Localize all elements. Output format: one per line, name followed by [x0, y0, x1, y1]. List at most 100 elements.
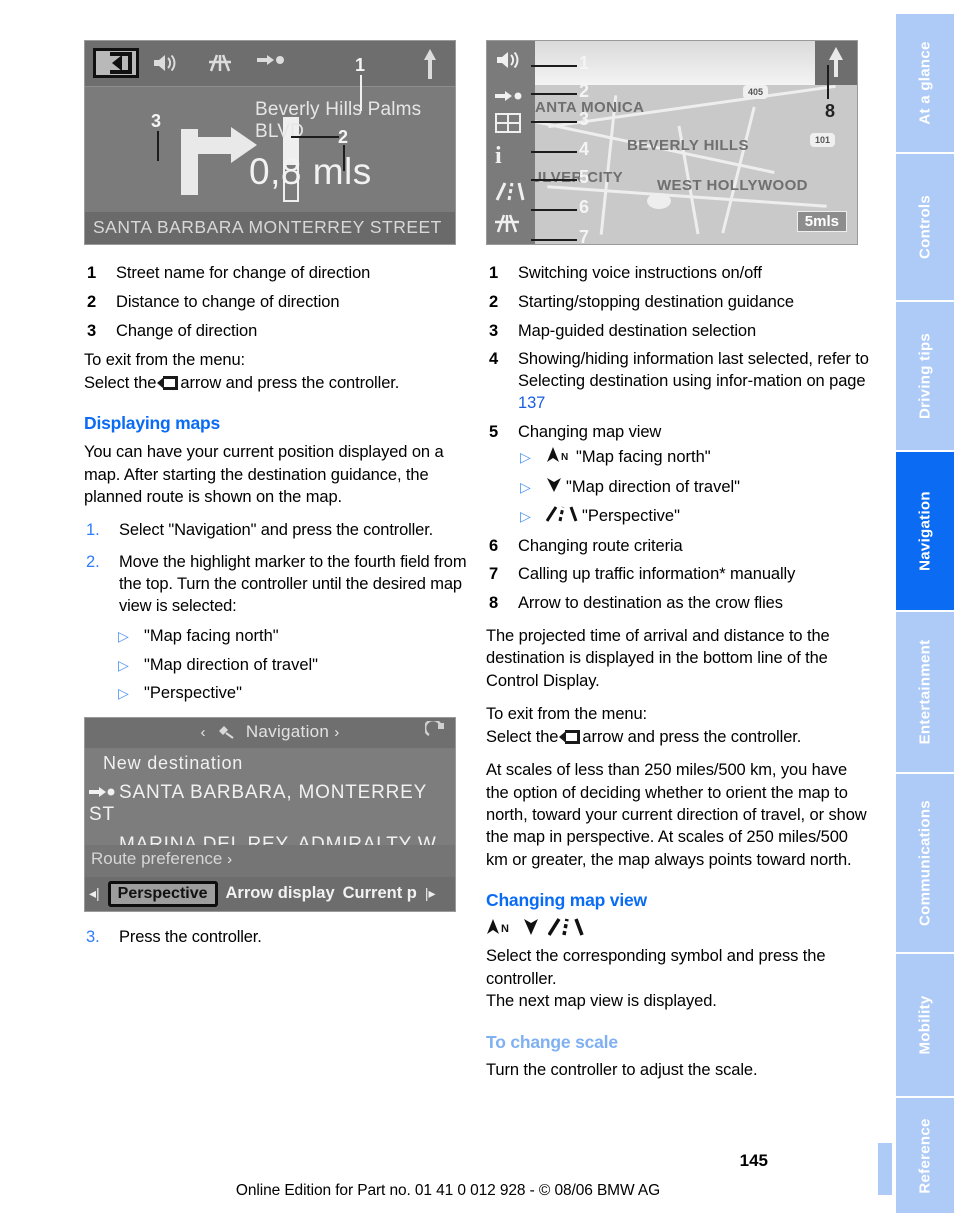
heading-changing-map-view: Changing map view: [486, 890, 647, 911]
to-change-scale-body: Turn the controller to adjust the scale.: [486, 1060, 758, 1079]
map-view-option-label: "Map direction of travel": [144, 655, 319, 674]
legend-text: Switching voice instructions on/off: [518, 264, 762, 282]
vehicle-position-icon: [647, 193, 671, 209]
legend-text: Map-guided destination selection: [518, 321, 757, 340]
triangle-bullet-icon: ▷: [118, 685, 129, 702]
legend-item: 2 Starting/stopping destination guidance: [486, 292, 870, 314]
right-column: BEVERLY HILLS WEST HOLLYWOOD ANTA MONICA…: [486, 40, 870, 1092]
map-view-screenshot: BEVERLY HILLS WEST HOLLYWOOD ANTA MONICA…: [486, 40, 858, 245]
sidebar-tab-label: Mobility: [916, 995, 934, 1055]
current-position-button[interactable]: Current p: [343, 884, 417, 903]
sidebar-tab-driving-tips[interactable]: Driving tips: [896, 300, 954, 450]
back-arrow-icon: [559, 729, 581, 744]
displaying-maps-intro: You can have your current position displ…: [84, 443, 444, 507]
callout-line-3: [157, 131, 159, 161]
callout-line-5: [531, 179, 577, 181]
left-caret-icon: ‹: [200, 723, 206, 741]
callout-line-3: [531, 121, 577, 123]
footer-text: Online Edition for Part no. 01 41 0 012 …: [235, 1182, 661, 1199]
sidebar-tab-reference[interactable]: Reference: [896, 1096, 954, 1213]
destination-guidance-icon[interactable]: [495, 89, 523, 107]
changing-map-view-line2: The next map view is displayed.: [486, 992, 717, 1011]
callout-line-2b: [343, 145, 345, 171]
legend-item: 3 Map-guided destination selection: [486, 321, 870, 343]
information-icon[interactable]: i: [495, 143, 502, 170]
callout-1: 1: [579, 53, 590, 73]
step-number: 1.: [86, 521, 100, 540]
map-view-legend: 1 Switching voice instructions on/off 2 …: [486, 263, 870, 443]
sidebar-tab-label: Entertainment: [916, 639, 934, 745]
right-caret-icon: ›: [334, 723, 340, 741]
legend-number: 1: [87, 264, 97, 282]
map-scale-badge: 5mls: [796, 211, 847, 232]
sidebar-tab-at-a-glance[interactable]: At a glance: [896, 12, 954, 152]
scales-paragraph: At scales of less than 250 miles/500 km,…: [486, 761, 867, 869]
legend-text: Change of direction: [116, 321, 258, 340]
sidebar-tab-label: At a glance: [916, 41, 934, 125]
satellite-icon: [217, 722, 240, 741]
prev-option-icon[interactable]: ◂|: [89, 885, 100, 902]
route-preference-label: Route preference: [91, 848, 223, 868]
callout-line-2: [531, 93, 577, 95]
list-item-label: SANTA BARBARA, MONTERREY ST: [89, 781, 427, 825]
legend-item: 7 Calling up traffic information* manual…: [486, 564, 870, 586]
map-label: BEVERLY HILLS: [627, 137, 749, 154]
sidebar-tab-label: Reference: [916, 1117, 934, 1194]
street-name-text: Beverly Hills Palms BLVD: [255, 99, 422, 142]
callout-line-8: [827, 65, 829, 99]
perspective-icon: [545, 506, 578, 528]
route-criteria-icon[interactable]: [495, 213, 519, 238]
legend-text: Distance to change of direction: [116, 292, 340, 311]
callout-3: 3: [579, 109, 590, 129]
step-number: 2.: [86, 552, 100, 571]
eta-paragraph: The projected time of arrival and distan…: [486, 626, 830, 690]
callout-line-6: [531, 209, 577, 211]
route-preference-row[interactable]: Route preference ›: [85, 844, 455, 877]
exit-menu-prefix: Select the: [84, 373, 157, 392]
legend-text: Showing/hiding information last selected…: [518, 349, 870, 414]
arrow-display-button[interactable]: Arrow display: [226, 884, 335, 903]
exit-menu-line1: To exit from the menu:: [486, 705, 648, 724]
sidebar-tab-mobility[interactable]: Mobility: [896, 952, 954, 1096]
distance-text: 0,8 mls: [249, 151, 372, 192]
displaying-maps-steps: 1. Select "Navigation" and press the con…: [84, 519, 468, 616]
map-view-option: ▷ "Perspective": [84, 683, 468, 705]
callout-line-2a: [291, 136, 339, 138]
sidebar-tab-navigation[interactable]: Navigation: [896, 450, 954, 610]
subheading-to-change-scale: To change scale: [486, 1031, 618, 1052]
map-selection-icon[interactable]: [495, 113, 521, 138]
route-criteria-icon: [209, 53, 231, 78]
callout-8: 8: [824, 101, 835, 121]
next-option-icon[interactable]: |▸: [425, 885, 436, 902]
list-item[interactable]: New destination: [85, 749, 455, 778]
speaker-icon[interactable]: [488, 44, 532, 76]
exit-menu-suffix: arrow and press the controller.: [180, 373, 400, 392]
legend-number: 8: [489, 594, 499, 613]
exit-menu-paragraph: To exit from the menu: Select the arrow a…: [486, 703, 870, 748]
perspective-icon[interactable]: [495, 181, 525, 206]
destination-guidance-icon: [257, 53, 285, 72]
sidebar-tab-label: Communications: [916, 800, 934, 926]
callout-4: 4: [579, 139, 590, 159]
sidebar-tab-controls[interactable]: Controls: [896, 152, 954, 300]
map-view-legend-cont: 6 Changing route criteria 7 Calling up t…: [486, 536, 870, 615]
callout-line-4: [531, 151, 577, 153]
arrow-view-screenshot: Beverly Hills Palms BLVD 0,8 mls 1 2 3 S…: [84, 40, 456, 245]
callout-2: 2: [579, 81, 590, 101]
map-horizon: [487, 41, 857, 85]
page-reference-link[interactable]: 137: [518, 394, 545, 412]
legend-text: Changing map view: [518, 422, 662, 441]
callout-3: 3: [151, 111, 162, 131]
map-view-option-label: "Map direction of travel": [566, 477, 741, 496]
legend-number: 3: [87, 321, 97, 340]
callout-line-1: [360, 75, 362, 111]
perspective-icon: [547, 918, 584, 941]
sidebar-tab-communications[interactable]: Communications: [896, 772, 954, 952]
map-view-option-label: "Map facing north": [576, 448, 711, 467]
selected-map-view-chip[interactable]: Perspective: [107, 880, 218, 907]
map-view-option: ▷ N "Map facing north": [486, 447, 870, 469]
arrow-view-legend: 1 Street name for change of direction 2 …: [84, 263, 468, 342]
step-number: 3.: [86, 927, 100, 946]
sidebar-tab-entertainment[interactable]: Entertainment: [896, 610, 954, 772]
list-item[interactable]: SANTA BARBARA, MONTERREY ST: [85, 778, 455, 830]
